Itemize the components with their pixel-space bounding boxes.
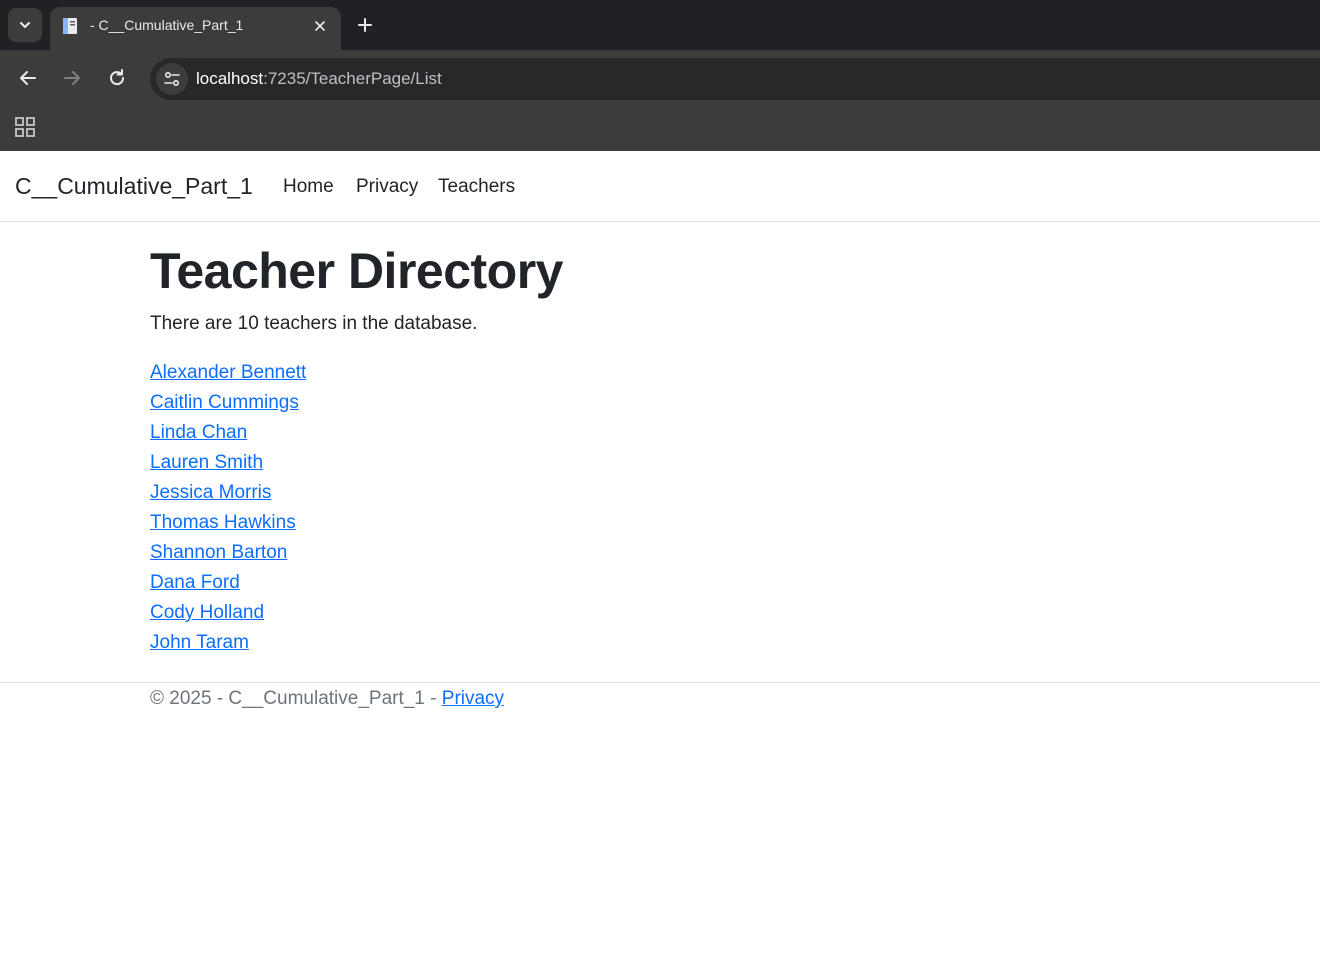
list-item: Linda Chan [150,421,1150,451]
tab-search-button[interactable] [8,8,42,42]
bookmarks-bar [0,106,1320,151]
nav-link-privacy[interactable]: Privacy [356,176,418,198]
list-item: Jessica Morris [150,481,1150,511]
browser-tab-bar: - C__Cumulative_Part_1 [0,0,1320,50]
teacher-link[interactable]: Lauren Smith [150,452,263,473]
forward-button[interactable] [58,64,86,92]
url-path: :7235/TeacherPage/List [263,69,442,88]
browser-tab[interactable]: - C__Cumulative_Part_1 [50,7,341,50]
arrow-left-icon [20,71,36,85]
teacher-link[interactable]: Thomas Hawkins [150,512,296,533]
list-item: Cody Holland [150,601,1150,631]
list-item: Alexander Bennett [150,361,1150,391]
navbar-brand[interactable]: C__Cumulative_Part_1 [15,173,253,200]
teacher-link[interactable]: Linda Chan [150,422,247,443]
teacher-list: Alexander Bennett Caitlin Cummings Linda… [150,361,1150,661]
teacher-link[interactable]: Cody Holland [150,602,264,623]
nav-link-home[interactable]: Home [283,176,334,198]
plus-icon [358,18,372,32]
tab-title: - C__Cumulative_Part_1 [90,17,244,33]
teacher-count-text: There are 10 teachers in the database. [150,313,478,334]
teacher-link[interactable]: Dana Ford [150,572,240,593]
site-footer: © 2025 - C__Cumulative_Part_1 - Privacy [0,682,1320,722]
reload-icon [110,69,125,86]
teacher-link[interactable]: Alexander Bennett [150,362,306,383]
list-item: Lauren Smith [150,451,1150,481]
page-favicon-icon [63,18,77,34]
teacher-link[interactable]: John Taram [150,632,249,653]
tab-close-button[interactable] [309,15,331,37]
address-bar[interactable]: localhost:7235/TeacherPage/List [150,58,1320,100]
footer-text: © 2025 - C__Cumulative_Part_1 - Privacy [150,688,504,710]
chevron-down-icon [20,22,30,28]
teacher-link[interactable]: Caitlin Cummings [150,392,299,413]
reload-button[interactable] [103,64,131,92]
footer-copyright: © 2025 - C__Cumulative_Part_1 - [150,688,442,709]
list-item: John Taram [150,631,1150,661]
url-host: localhost [196,69,264,88]
teacher-link[interactable]: Shannon Barton [150,542,287,563]
teacher-link[interactable]: Jessica Morris [150,482,271,503]
new-tab-button[interactable] [352,12,378,38]
page-title: Teacher Directory [150,243,563,299]
list-item: Thomas Hawkins [150,511,1150,541]
site-info-button[interactable] [156,63,188,95]
tune-icon [164,71,180,87]
browser-toolbar: localhost:7235/TeacherPage/List [0,50,1320,106]
url-text: localhost:7235/TeacherPage/List [196,69,442,89]
close-icon [315,21,325,31]
main-content: Teacher Directory There are 10 teachers … [150,241,1150,661]
back-button[interactable] [14,64,42,92]
list-item: Dana Ford [150,571,1150,601]
footer-privacy-link[interactable]: Privacy [442,688,504,709]
arrow-right-icon [64,71,80,85]
list-item: Shannon Barton [150,541,1150,571]
page-content: C__Cumulative_Part_1 Home Privacy Teache… [0,151,1320,960]
site-navbar: C__Cumulative_Part_1 Home Privacy Teache… [0,151,1320,222]
apps-grid-icon[interactable] [13,115,37,139]
nav-link-teachers[interactable]: Teachers [438,176,515,198]
list-item: Caitlin Cummings [150,391,1150,421]
